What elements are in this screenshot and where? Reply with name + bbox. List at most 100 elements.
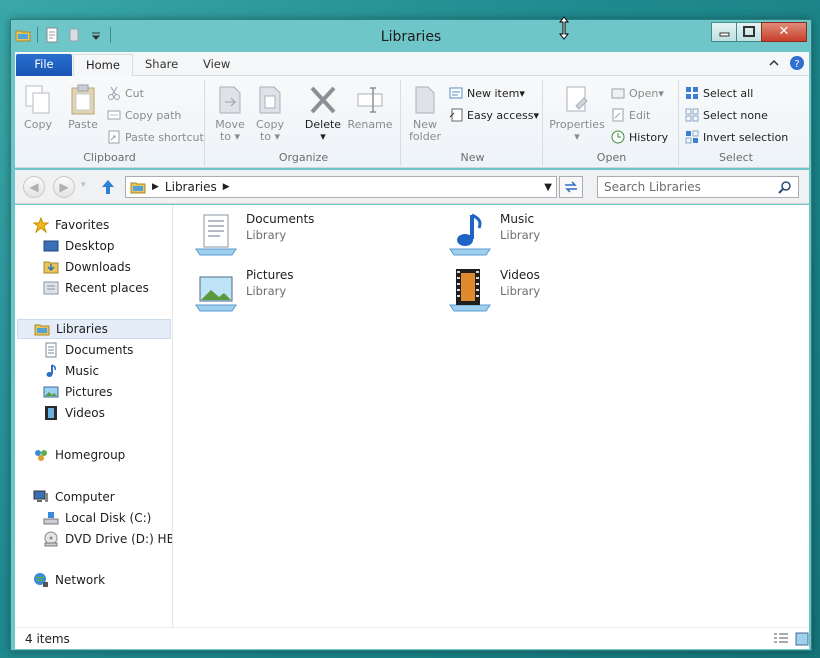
recent-locations-icon[interactable]: ▾	[81, 180, 86, 190]
library-name: Pictures	[246, 268, 294, 282]
select-all-button[interactable]: Select all	[685, 86, 753, 100]
title-bar[interactable]: Libraries ✕	[11, 20, 811, 52]
new-item-button[interactable]: New item ▾	[449, 86, 525, 100]
library-item[interactable]: Pictures Library	[192, 267, 294, 315]
invert-selection-icon	[685, 130, 699, 144]
nav-label: Music	[65, 364, 100, 378]
library-item[interactable]: Documents Library	[192, 211, 314, 259]
nav-item-videos[interactable]: Videos	[15, 403, 172, 423]
select-none-button[interactable]: Select none	[685, 108, 768, 122]
nav-item-libraries[interactable]: Libraries	[17, 319, 171, 339]
nav-item-music[interactable]: Music	[15, 361, 172, 381]
chevron-down-icon: ▾	[271, 130, 281, 143]
nav-item-favorites[interactable]: Favorites	[15, 215, 172, 235]
organize-group: Move to ▾ Copy to ▾ Delete ▾ Rename Orga…	[207, 80, 401, 166]
copy-to-button[interactable]: Copy to ▾	[253, 84, 287, 143]
chevron-down-icon: ▾	[231, 130, 241, 143]
address-dropdown-icon[interactable]: ▼	[544, 182, 552, 193]
open-button[interactable]: Open ▾	[611, 86, 664, 100]
up-arrow-icon[interactable]	[99, 178, 117, 196]
breadcrumb-separator-icon[interactable]: ▶	[223, 182, 230, 192]
breadcrumb-libraries[interactable]: Libraries	[165, 180, 217, 194]
chevron-down-icon: ▾	[519, 86, 525, 100]
refresh-button[interactable]	[559, 176, 583, 198]
open-group: Properties ▾ Open ▾ Edit History Open	[545, 80, 679, 166]
library-type: Library	[246, 284, 287, 298]
videos-library-icon	[449, 269, 491, 312]
rename-button[interactable]: Rename	[347, 84, 393, 131]
chevron-down-icon: ▾	[320, 130, 326, 143]
copy-path-icon	[107, 110, 121, 120]
select-none-label: Select none	[703, 108, 768, 122]
nav-item-homegroup[interactable]: Homegroup	[15, 445, 172, 465]
copy-path-button[interactable]: Copy path	[107, 108, 181, 122]
paste-shortcut-button[interactable]: Paste shortcut	[107, 130, 204, 144]
tab-view[interactable]: View	[191, 54, 242, 76]
nav-item-downloads[interactable]: Downloads	[15, 257, 172, 277]
large-icons-view-icon[interactable]	[795, 632, 809, 646]
select-none-icon	[685, 108, 699, 122]
move-to-button[interactable]: Move to ▾	[213, 84, 247, 143]
search-icon[interactable]	[778, 180, 792, 194]
nav-item-desktop[interactable]: Desktop	[15, 236, 172, 256]
tab-home[interactable]: Home	[73, 54, 133, 77]
arrow-right-icon: ▶	[59, 180, 69, 194]
nav-label: Local Disk (C:)	[65, 511, 152, 525]
caption-buttons: ✕	[711, 22, 807, 42]
nav-label: Desktop	[65, 239, 115, 253]
select-group-label: Select	[719, 151, 753, 164]
delete-x-icon	[310, 86, 336, 114]
copy-button[interactable]: Copy	[21, 84, 55, 131]
folder-icon	[415, 86, 435, 114]
music-note-icon	[46, 364, 56, 377]
nav-label: Recent places	[65, 281, 149, 295]
open-label: Open	[629, 86, 659, 100]
address-path[interactable]: ▶ Libraries ▶ ▼	[125, 176, 557, 198]
invert-selection-button[interactable]: Invert selection	[685, 130, 788, 144]
nav-item-dvd-drive[interactable]: DVD Drive (D:) HB1_	[15, 529, 172, 549]
delete-button[interactable]: Delete ▾	[303, 84, 343, 143]
easy-access-button[interactable]: Easy access ▾	[449, 108, 539, 122]
maximize-icon	[743, 26, 755, 37]
library-item[interactable]: Videos Library	[446, 267, 540, 315]
documents-icon	[45, 342, 57, 358]
status-bar: 4 items	[15, 627, 809, 649]
new-item-label: New item	[467, 86, 520, 100]
nav-item-local-disk[interactable]: Local Disk (C:)	[15, 508, 172, 528]
cut-button[interactable]: Cut	[107, 86, 144, 100]
edit-button[interactable]: Edit	[611, 108, 650, 122]
nav-label: Downloads	[65, 260, 131, 274]
open-icon	[611, 88, 625, 99]
tab-share[interactable]: Share	[133, 54, 190, 76]
nav-item-computer[interactable]: Computer	[15, 487, 172, 507]
paste-button[interactable]: Paste	[63, 84, 103, 131]
back-button[interactable]: ◀	[23, 176, 45, 198]
details-view-icon[interactable]	[773, 632, 789, 646]
nav-label: DVD Drive (D:) HB1_	[65, 532, 172, 546]
history-button[interactable]: History	[611, 130, 668, 144]
film-strip-icon	[45, 406, 57, 420]
close-button[interactable]: ✕	[761, 22, 807, 42]
nav-item-recent-places[interactable]: Recent places	[15, 278, 172, 298]
nav-item-documents[interactable]: Documents	[15, 340, 172, 360]
tab-file[interactable]: File	[16, 54, 72, 76]
desktop-icon	[43, 240, 59, 252]
paste-label: Paste	[68, 118, 98, 131]
maximize-button[interactable]	[736, 22, 762, 42]
forward-button[interactable]: ▶	[53, 176, 75, 198]
properties-button[interactable]: Properties ▾	[549, 84, 605, 143]
chevron-down-icon: ▾	[533, 108, 540, 122]
search-input[interactable]: Search Libraries	[597, 176, 799, 198]
library-item[interactable]: Music Library	[446, 211, 540, 259]
minimize-button[interactable]	[711, 22, 737, 42]
content-pane: Documents Library Music Library Pictures Li…	[174, 205, 809, 627]
nav-item-pictures[interactable]: Pictures	[15, 382, 172, 402]
new-folder-button[interactable]: New folder	[407, 84, 443, 143]
nav-item-network[interactable]: Network	[15, 570, 172, 590]
new-group: New folder New item ▾ Easy access ▾ New	[403, 80, 543, 166]
select-all-label: Select all	[703, 86, 754, 100]
history-icon	[611, 130, 625, 144]
minimize-ribbon-icon[interactable]	[767, 56, 781, 70]
new-item-icon	[449, 87, 463, 99]
help-icon[interactable]: ?	[789, 55, 805, 71]
